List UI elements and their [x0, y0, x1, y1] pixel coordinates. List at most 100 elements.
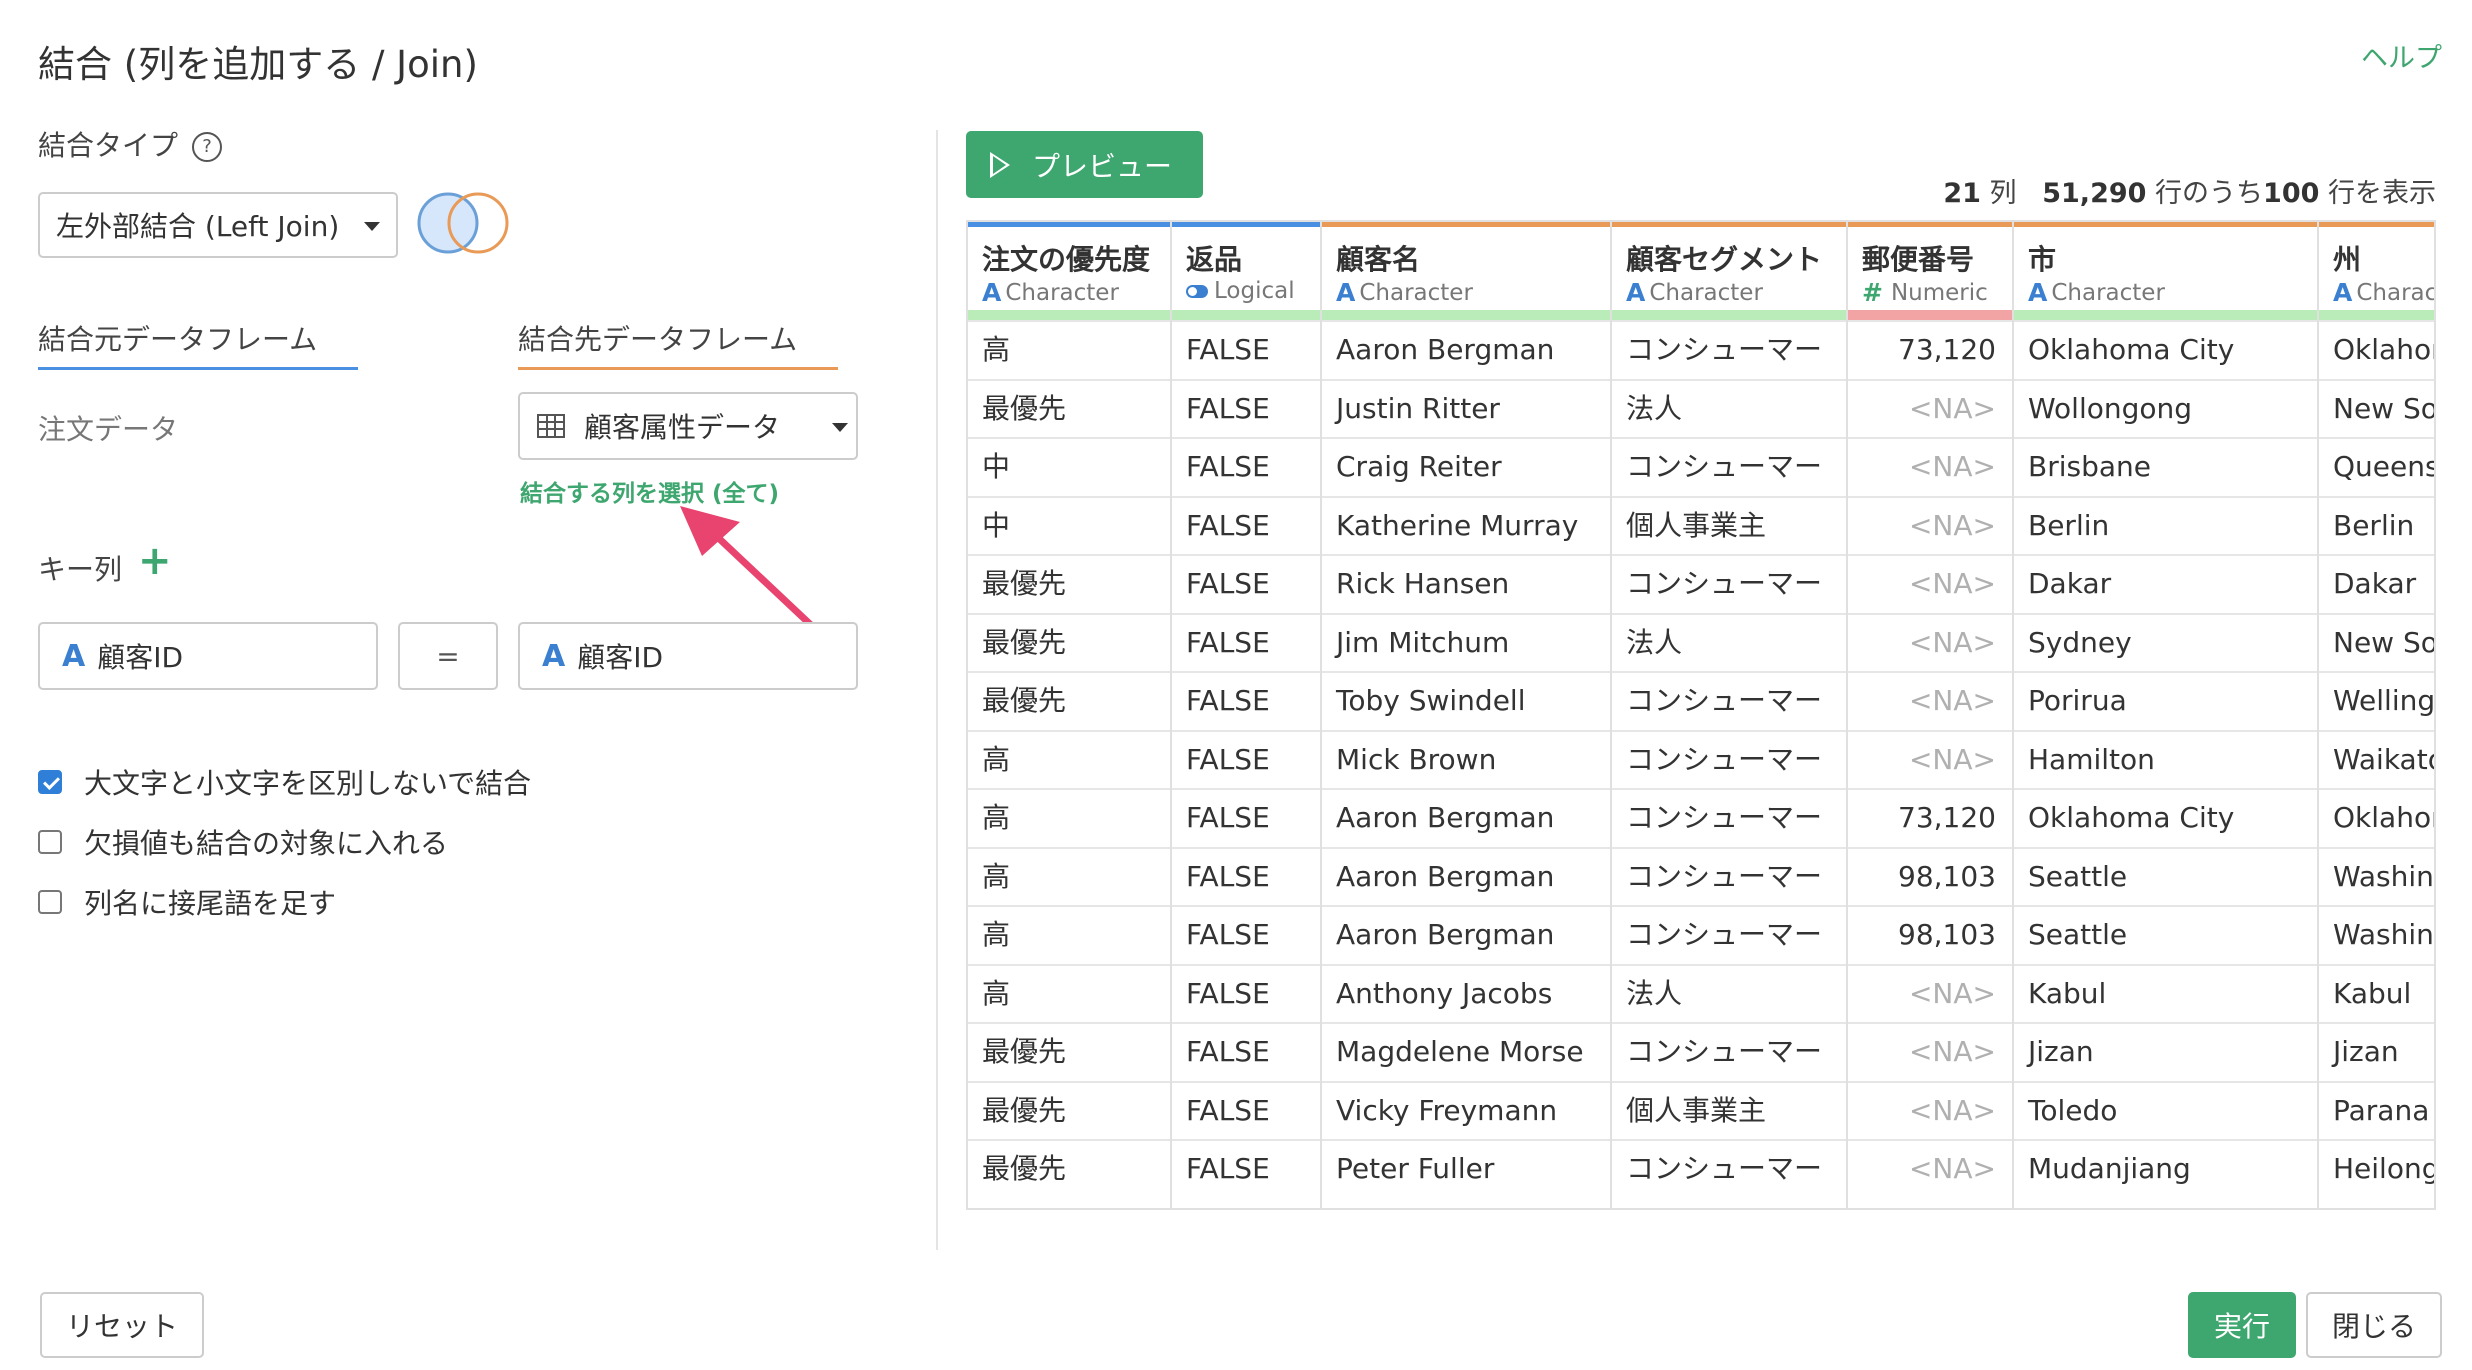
table-cell[interactable]: 98,103	[1848, 847, 2012, 905]
table-cell[interactable]: Oklahoma	[2319, 320, 2434, 378]
table-cell[interactable]: FALSE	[1172, 847, 1320, 905]
preview-button[interactable]: プレビュー	[966, 131, 1203, 198]
table-cell[interactable]: 高	[968, 905, 1170, 963]
table-cell[interactable]: FALSE	[1172, 554, 1320, 612]
table-cell[interactable]: Porirua	[2014, 671, 2317, 729]
table-cell[interactable]: コンシューマー	[1612, 788, 1846, 846]
table-cell[interactable]: 法人	[1612, 379, 1846, 437]
table-cell[interactable]: Jizan	[2014, 1022, 2317, 1080]
table-cell[interactable]: FALSE	[1172, 730, 1320, 788]
table-cell[interactable]: 法人	[1612, 964, 1846, 1022]
option-case-insensitive[interactable]: 大文字と小文字を区別しないで結合	[38, 762, 531, 802]
table-cell[interactable]: コンシューマー	[1612, 554, 1846, 612]
table-cell[interactable]: Kabul	[2319, 964, 2434, 1022]
table-cell[interactable]: Parana	[2319, 1081, 2434, 1139]
table-cell[interactable]: 高	[968, 847, 1170, 905]
table-cell[interactable]: 最優先	[968, 1022, 1170, 1080]
checkbox[interactable]	[38, 770, 62, 794]
table-cell[interactable]: Aaron Bergman	[1322, 788, 1610, 846]
table-column[interactable]: 市 A Character Oklahoma City Wollongong Brisba…	[2014, 222, 2319, 1208]
table-cell[interactable]: 個人事業主	[1612, 1081, 1846, 1139]
close-button[interactable]: 閉じる	[2306, 1292, 2442, 1358]
table-cell[interactable]: <NA>	[1848, 1139, 2012, 1197]
column-header-name[interactable]: 郵便番号	[1862, 238, 1974, 278]
table-cell[interactable]: Mick Brown	[1322, 730, 1610, 788]
table-cell[interactable]: <NA>	[1848, 1081, 2012, 1139]
table-cell[interactable]: <NA>	[1848, 554, 2012, 612]
table-cell[interactable]: Brisbane	[2014, 437, 2317, 495]
table-cell[interactable]: 最優先	[968, 1139, 1170, 1197]
table-cell[interactable]: 98,103	[1848, 905, 2012, 963]
table-cell[interactable]: New South Wales	[2319, 379, 2434, 437]
table-column[interactable]: 顧客名 A Character Aaron Bergman Justin Ritter C…	[1322, 222, 1612, 1208]
checkbox[interactable]	[38, 890, 62, 914]
table-cell[interactable]: Washington	[2319, 847, 2434, 905]
table-cell[interactable]: 法人	[1612, 613, 1846, 671]
table-cell[interactable]: Wellington	[2319, 671, 2434, 729]
table-cell[interactable]: FALSE	[1172, 905, 1320, 963]
join-type-select[interactable]: 左外部結合 (Left Join)	[38, 192, 398, 258]
table-cell[interactable]: Oklahoma	[2319, 788, 2434, 846]
table-cell[interactable]: コンシューマー	[1612, 730, 1846, 788]
table-column[interactable]: 返品 Logical FALSE FALSE FALSE FALSE FALSE FALSE F…	[1172, 222, 1322, 1208]
table-cell[interactable]: <NA>	[1848, 1022, 2012, 1080]
table-cell[interactable]: 73,120	[1848, 788, 2012, 846]
table-cell[interactable]: 最優先	[968, 1081, 1170, 1139]
column-header-name[interactable]: 顧客セグメント	[1626, 238, 1822, 278]
table-cell[interactable]: New South Wales	[2319, 613, 2434, 671]
help-link[interactable]: ヘルプ	[2361, 36, 2442, 75]
table-cell[interactable]: <NA>	[1848, 964, 2012, 1022]
column-header-name[interactable]: 顧客名	[1336, 238, 1420, 278]
column-header-name[interactable]: 返品	[1186, 238, 1242, 278]
tab-target-dataframe[interactable]: 結合先データフレーム	[518, 318, 797, 358]
table-cell[interactable]: 個人事業主	[1612, 496, 1846, 554]
table-cell[interactable]: Waikato	[2319, 730, 2434, 788]
table-cell[interactable]: Dakar	[2319, 554, 2434, 612]
table-cell[interactable]: Berlin	[2014, 496, 2317, 554]
target-dataframe-select[interactable]: 顧客属性データ	[518, 392, 858, 460]
table-cell[interactable]: FALSE	[1172, 320, 1320, 378]
table-cell[interactable]: FALSE	[1172, 1022, 1320, 1080]
table-cell[interactable]: Anthony Jacobs	[1322, 964, 1610, 1022]
table-cell[interactable]: Queensland	[2319, 437, 2434, 495]
table-cell[interactable]: Vicky Freymann	[1322, 1081, 1610, 1139]
table-cell[interactable]: FALSE	[1172, 1139, 1320, 1197]
table-cell[interactable]: FALSE	[1172, 613, 1320, 671]
table-cell[interactable]: コンシューマー	[1612, 1022, 1846, 1080]
table-cell[interactable]: 最優先	[968, 613, 1170, 671]
table-cell[interactable]: FALSE	[1172, 671, 1320, 729]
table-cell[interactable]: Craig Reiter	[1322, 437, 1610, 495]
option-include-na[interactable]: 欠損値も結合の対象に入れる	[38, 822, 448, 862]
table-column[interactable]: 州ACharacOklahomaNew South WalesQueenslan…	[2319, 222, 2434, 1208]
column-header-name[interactable]: 注文の優先度	[982, 238, 1150, 278]
table-column[interactable]: 注文の優先度 A Character 高最優先中中最優先 最優先 最優先高高高高高最優先最…	[968, 222, 1172, 1208]
table-cell[interactable]: Seattle	[2014, 905, 2317, 963]
table-cell[interactable]: Seattle	[2014, 847, 2317, 905]
table-column[interactable]: 顧客セグメント A Character コンシューマー 法人 コンシューマー 個人事業主 コン…	[1612, 222, 1848, 1208]
table-cell[interactable]: Hamilton	[2014, 730, 2317, 788]
checkbox[interactable]	[38, 830, 62, 854]
table-cell[interactable]: Washington	[2319, 905, 2434, 963]
key-right-select[interactable]: A 顧客ID	[518, 622, 858, 690]
table-cell[interactable]: FALSE	[1172, 1081, 1320, 1139]
table-cell[interactable]: FALSE	[1172, 788, 1320, 846]
table-cell[interactable]: FALSE	[1172, 496, 1320, 554]
table-cell[interactable]: FALSE	[1172, 379, 1320, 437]
table-cell[interactable]: Mudanjiang	[2014, 1139, 2317, 1197]
table-cell[interactable]: 中	[968, 496, 1170, 554]
table-cell[interactable]: コンシューマー	[1612, 437, 1846, 495]
option-add-suffix[interactable]: 列名に接尾語を足す	[38, 882, 336, 922]
column-header-name[interactable]: 市	[2028, 238, 2056, 278]
add-key-button[interactable]: +	[138, 538, 172, 584]
run-button[interactable]: 実行	[2188, 1292, 2296, 1358]
table-cell[interactable]: コンシューマー	[1612, 905, 1846, 963]
table-cell[interactable]: Peter Fuller	[1322, 1139, 1610, 1197]
table-cell[interactable]: Wollongong	[2014, 379, 2317, 437]
table-cell[interactable]: FALSE	[1172, 964, 1320, 1022]
table-cell[interactable]: FALSE	[1172, 437, 1320, 495]
tab-source-dataframe[interactable]: 結合元データフレーム	[38, 318, 317, 358]
table-cell[interactable]: Jim Mitchum	[1322, 613, 1610, 671]
table-cell[interactable]: Aaron Bergman	[1322, 847, 1610, 905]
table-cell[interactable]: 最優先	[968, 671, 1170, 729]
table-column[interactable]: 郵便番号 # Numeric 73,120 <NA> <NA> <NA> <NA> <NA> <N…	[1848, 222, 2014, 1208]
